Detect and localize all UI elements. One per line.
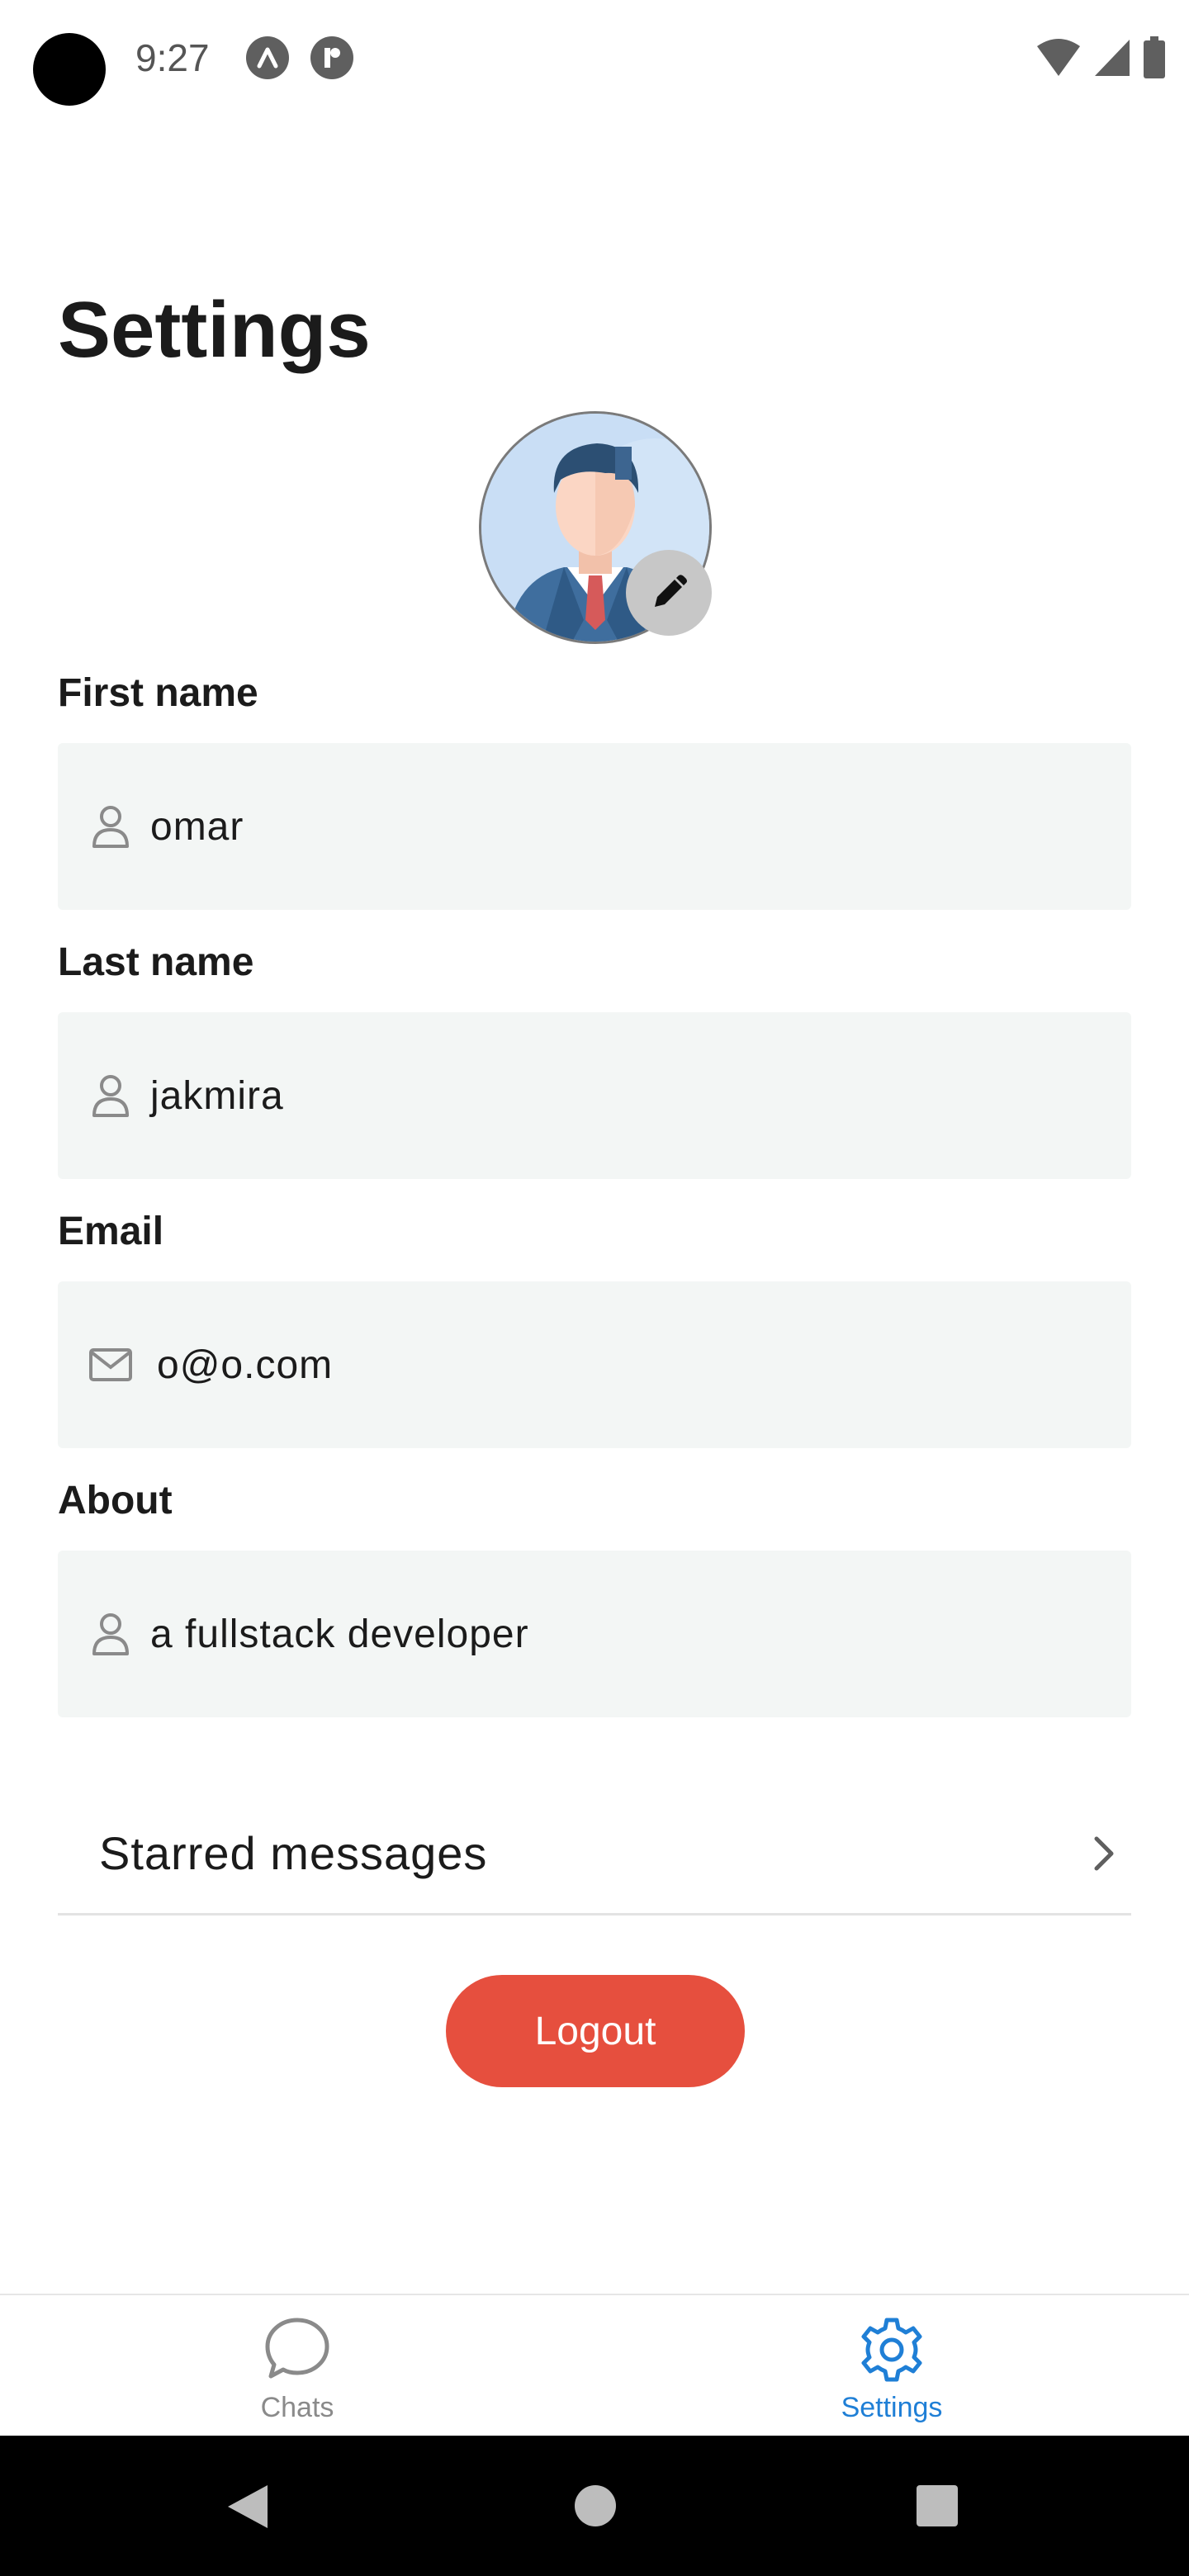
home-icon[interactable] bbox=[573, 2484, 618, 2528]
tab-settings-label: Settings bbox=[841, 2392, 943, 2423]
chat-bubble-icon bbox=[265, 2318, 329, 2379]
last-name-label: Last name bbox=[58, 940, 254, 984]
wifi-icon bbox=[1037, 39, 1080, 76]
chevron-right-icon bbox=[1094, 1836, 1114, 1870]
page-title: Settings bbox=[58, 286, 371, 374]
system-navigation-bar bbox=[0, 2436, 1189, 2576]
bottom-tab-bar: Chats Settings bbox=[0, 2294, 1189, 2436]
tab-chats-label: Chats bbox=[260, 2392, 334, 2423]
mail-icon bbox=[86, 1340, 135, 1390]
first-name-value: omar bbox=[150, 804, 244, 849]
status-time: 9:27 bbox=[135, 36, 210, 79]
gear-icon bbox=[861, 2318, 922, 2382]
back-icon[interactable] bbox=[225, 2482, 271, 2531]
profile-avatar-container bbox=[479, 411, 712, 644]
user-icon bbox=[86, 1071, 135, 1120]
starred-messages-label: Starred messages bbox=[99, 1827, 488, 1879]
about-field[interactable]: a fullstack developer bbox=[58, 1551, 1131, 1717]
starred-messages-row[interactable]: Starred messages bbox=[58, 1793, 1131, 1915]
email-value: o@o.com bbox=[157, 1342, 334, 1387]
app-notification-icon bbox=[246, 36, 289, 79]
last-name-value: jakmira bbox=[150, 1073, 284, 1118]
about-label: About bbox=[58, 1479, 173, 1522]
edit-avatar-button[interactable] bbox=[626, 550, 712, 636]
camera-cutout-icon bbox=[33, 33, 106, 106]
pencil-icon bbox=[655, 575, 687, 607]
user-icon bbox=[86, 1609, 135, 1659]
recents-icon[interactable] bbox=[915, 2484, 959, 2528]
tab-chats[interactable]: Chats bbox=[0, 2295, 594, 2437]
logout-button[interactable]: Logout bbox=[446, 1975, 745, 2087]
user-icon bbox=[86, 802, 135, 851]
battery-icon bbox=[1144, 36, 1165, 78]
status-indicators bbox=[1035, 33, 1166, 83]
tab-settings[interactable]: Settings bbox=[594, 2295, 1189, 2437]
last-name-field[interactable]: jakmira bbox=[58, 1012, 1131, 1179]
first-name-label: First name bbox=[58, 671, 258, 715]
settings-screen: 9:27 Settings First name omar Last name … bbox=[0, 0, 1189, 2576]
status-bar: 9:27 bbox=[0, 0, 1189, 124]
app-notification-icon bbox=[310, 36, 353, 79]
about-value: a fullstack developer bbox=[150, 1612, 529, 1656]
email-label: Email bbox=[58, 1210, 164, 1253]
email-field[interactable]: o@o.com bbox=[58, 1281, 1131, 1448]
cellular-signal-icon bbox=[1095, 40, 1130, 76]
first-name-field[interactable]: omar bbox=[58, 743, 1131, 910]
